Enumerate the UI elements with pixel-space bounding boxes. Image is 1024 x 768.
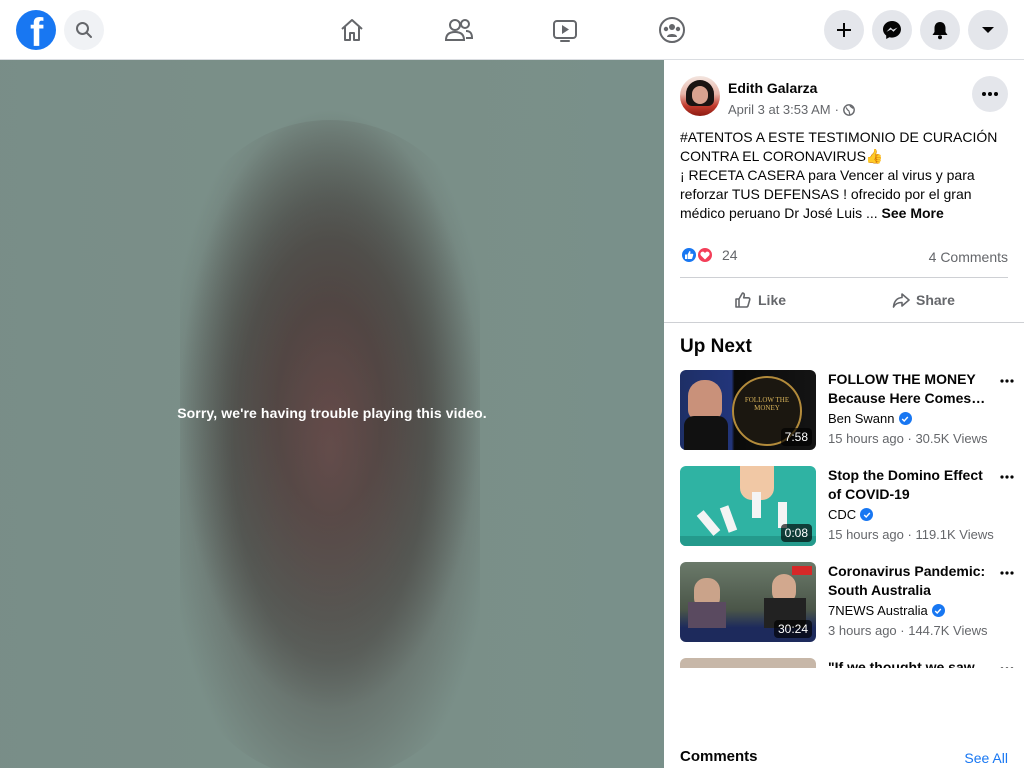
video-options-button[interactable]	[1000, 370, 1016, 386]
verified-badge-icon	[931, 604, 945, 617]
create-icon	[837, 23, 851, 37]
video-duration: 0:08	[780, 524, 812, 542]
account-menu-button[interactable]	[968, 10, 1008, 50]
thumb-live-tag	[792, 566, 812, 575]
notifications-button[interactable]	[920, 10, 960, 50]
post-author-name[interactable]: Edith Galarza	[728, 80, 817, 96]
meta-separator: ·	[834, 102, 839, 117]
up-next-item[interactable]: 0:08 Stop the Domino Effect of COVID-19 …	[680, 466, 1020, 548]
like-button[interactable]: Like	[734, 290, 786, 310]
globe-icon	[843, 103, 855, 116]
share-button-label: Share	[916, 292, 955, 308]
video-channel[interactable]: 7NEWS Australia	[828, 603, 945, 618]
thumb-person	[688, 380, 722, 420]
avatar-face	[692, 86, 708, 104]
thumb-person-body	[688, 602, 726, 628]
video-duration: 30:24	[773, 620, 812, 638]
nav-watch[interactable]	[547, 12, 583, 48]
video-title[interactable]: Coronavirus Pandemic: South Australia	[828, 562, 993, 600]
share-button[interactable]: Share	[892, 290, 955, 310]
channel-name[interactable]: Ben Swann	[828, 411, 895, 426]
video-thumbnail[interactable]: FOLLOW THE MONEY 7:58	[680, 370, 816, 450]
video-thumbnail[interactable]: 30:24	[680, 562, 816, 642]
post-side-panel: Edith Galarza April 3 at 3:53 AM · #ATEN…	[664, 60, 1024, 768]
see-more-link[interactable]: See More	[882, 205, 944, 221]
friends-icon	[444, 19, 474, 41]
top-navigation-bar: f	[0, 0, 1024, 60]
channel-name[interactable]: 7NEWS Australia	[828, 603, 928, 618]
more-horizontal-icon	[982, 92, 998, 96]
more-horizontal-icon	[1000, 571, 1014, 575]
video-thumbnail[interactable]	[680, 658, 816, 668]
thumb-domino	[752, 492, 761, 518]
facebook-logo-letter: f	[30, 11, 44, 50]
chevron-down-icon	[982, 27, 994, 33]
post-text: #ATENTOS A ESTE TESTIMONIO DE CURACIÓN C…	[680, 128, 1010, 223]
verified-badge-icon	[898, 412, 912, 425]
post-options-button[interactable]	[972, 76, 1008, 112]
post-actions-divider	[680, 277, 1008, 278]
messenger-button[interactable]	[872, 10, 912, 50]
reaction-summary[interactable]: 24	[680, 246, 738, 264]
up-next-item[interactable]: FOLLOW THE MONEY 7:58 FOLLOW THE MONEY B…	[680, 370, 1020, 452]
messenger-icon	[883, 21, 901, 39]
thumb-suit	[684, 416, 728, 450]
more-horizontal-icon	[1000, 475, 1014, 479]
notifications-icon	[932, 22, 948, 40]
post-meta: April 3 at 3:53 AM ·	[728, 102, 855, 117]
video-title[interactable]: "If we thought we saw	[828, 658, 993, 668]
comments-heading: Comments	[680, 748, 758, 765]
search-icon	[76, 22, 92, 38]
thumb-domino	[719, 505, 738, 533]
like-icon	[735, 292, 751, 308]
comments-count-link[interactable]: 4 Comments	[929, 249, 1008, 265]
more-horizontal-icon	[1000, 667, 1014, 668]
watch-icon	[553, 20, 577, 42]
home-icon	[341, 19, 363, 41]
video-duration: 7:58	[780, 428, 812, 446]
up-next-item[interactable]: "If we thought we saw	[680, 658, 1020, 668]
post-timestamp[interactable]: April 3 at 3:53 AM	[728, 102, 831, 117]
nav-groups[interactable]	[654, 12, 690, 48]
up-next-heading: Up Next	[680, 336, 752, 357]
nav-friends[interactable]	[441, 12, 477, 48]
video-meta: 3 hours ago · 144.7K Views	[828, 623, 988, 638]
video-options-button[interactable]	[1000, 466, 1016, 482]
video-options-button[interactable]	[1000, 658, 1016, 668]
post-text-line1: #ATENTOS A ESTE TESTIMONIO DE CURACIÓN C…	[680, 129, 998, 164]
reaction-count: 24	[722, 247, 738, 263]
groups-icon	[659, 17, 685, 43]
search-button[interactable]	[64, 10, 104, 50]
video-thumbnail[interactable]: 0:08	[680, 466, 816, 546]
video-channel[interactable]: CDC	[828, 507, 874, 522]
up-next-item[interactable]: 30:24 Coronavirus Pandemic: South Austra…	[680, 562, 1020, 644]
see-all-comments-link[interactable]: See All	[964, 750, 1008, 766]
video-meta: 15 hours ago · 30.5K Views	[828, 431, 988, 446]
thumb-caption-text: FOLLOW THE MONEY	[744, 396, 790, 412]
video-title[interactable]: FOLLOW THE MONEY Because Here Comes the …	[828, 370, 993, 408]
video-title[interactable]: Stop the Domino Effect of COVID-19	[828, 466, 993, 504]
video-meta: 15 hours ago · 119.1K Views	[828, 527, 994, 542]
nav-home[interactable]	[334, 12, 370, 48]
author-avatar[interactable]	[680, 76, 720, 116]
share-icon	[892, 293, 910, 308]
channel-name[interactable]: CDC	[828, 507, 856, 522]
video-player[interactable]: Sorry, we're having trouble playing this…	[0, 60, 664, 768]
create-button[interactable]	[824, 10, 864, 50]
video-error-message: Sorry, we're having trouble playing this…	[177, 405, 487, 421]
video-options-button[interactable]	[1000, 562, 1016, 578]
thumb-domino	[696, 510, 721, 536]
more-horizontal-icon	[1000, 379, 1014, 383]
section-divider	[664, 322, 1024, 323]
love-reaction-icon	[696, 246, 714, 264]
verified-badge-icon	[860, 508, 874, 521]
facebook-logo[interactable]: f	[16, 10, 56, 50]
video-channel[interactable]: Ben Swann	[828, 411, 912, 426]
like-button-label: Like	[758, 292, 787, 308]
